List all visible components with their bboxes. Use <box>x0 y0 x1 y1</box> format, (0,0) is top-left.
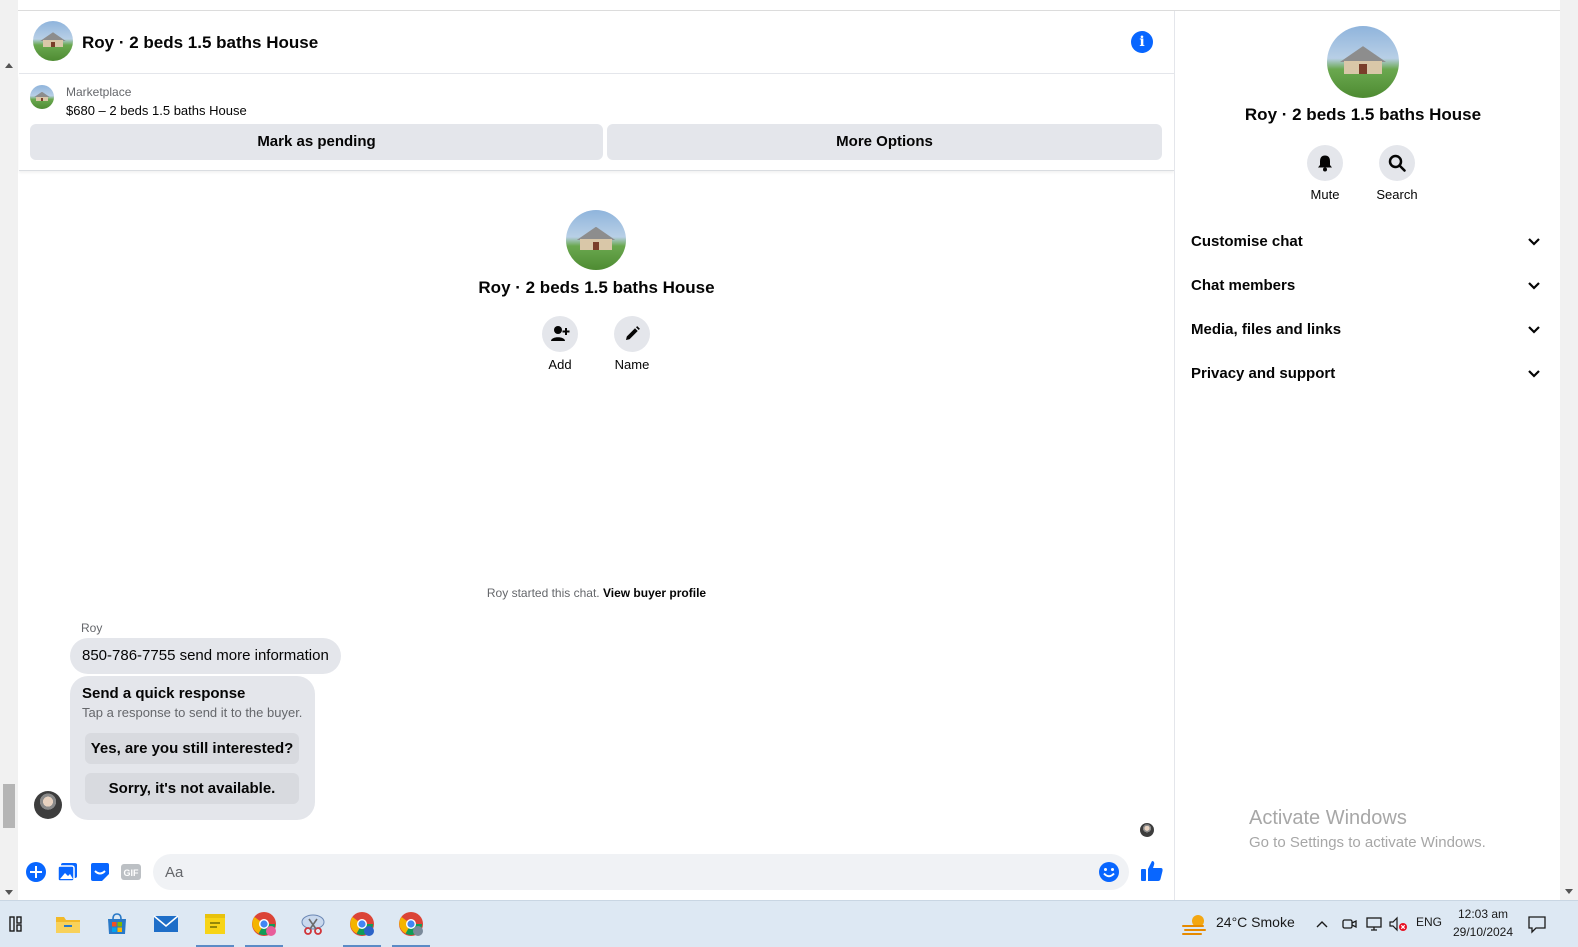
gif-icon[interactable]: GIF <box>120 861 142 883</box>
view-buyer-profile-link[interactable]: View buyer profile <box>603 586 706 600</box>
snipping-tool-icon[interactable] <box>298 909 328 939</box>
mail-icon[interactable] <box>151 909 181 939</box>
watermark-subtitle: Go to Settings to activate Windows. <box>1249 834 1486 851</box>
clock-time: 12:03 am <box>1457 907 1509 921</box>
scroll-thumb[interactable] <box>3 784 15 828</box>
svg-text:GIF: GIF <box>124 868 140 878</box>
details-avatar[interactable] <box>1327 26 1399 98</box>
mute-label: Mute <box>1310 187 1340 202</box>
section-label: Privacy and support <box>1191 365 1336 382</box>
file-explorer-icon[interactable] <box>53 909 83 939</box>
listing-title[interactable]: $680 – 2 beds 1.5 baths House <box>66 103 247 118</box>
pencil-icon <box>626 326 640 340</box>
add-person-button[interactable] <box>542 316 578 352</box>
chrome-profile-icon[interactable] <box>343 909 381 947</box>
weather-icon[interactable] <box>1180 909 1210 939</box>
section-media-files-links[interactable]: Media, files and links <box>1191 310 1541 350</box>
name-label: Name <box>614 357 650 372</box>
quick-response-card: Send a quick response Tap a response to … <box>70 676 315 820</box>
chrome-profile-icon[interactable] <box>245 909 283 947</box>
sender-avatar[interactable] <box>34 791 62 819</box>
message-input-box[interactable] <box>153 854 1129 890</box>
bell-icon <box>1318 155 1332 172</box>
right-scrollbar[interactable] <box>1560 0 1578 900</box>
marketplace-label: Marketplace <box>66 85 132 99</box>
screen: Roy · 2 beds 1.5 baths House i Marketpla… <box>0 0 1578 947</box>
microsoft-store-icon[interactable] <box>102 909 132 939</box>
taskbar: 24°C Smoke ENG 12:03 am 29/10/2024 <box>0 900 1578 947</box>
section-label: Chat members <box>1191 277 1296 294</box>
top-edge <box>18 0 1560 11</box>
scroll-up-arrow-icon[interactable] <box>5 63 13 68</box>
language-indicator[interactable]: ENG <box>1416 915 1442 929</box>
message-bubble[interactable]: 850-786-7755 send more information <box>70 638 341 674</box>
details-name: Roy · 2 beds 1.5 baths House <box>1244 105 1482 124</box>
sticky-notes-icon[interactable] <box>196 909 234 947</box>
scroll-down-arrow-icon[interactable] <box>1565 889 1573 894</box>
chevron-down-icon <box>1528 326 1540 334</box>
search-label: Search <box>1376 187 1418 202</box>
sticker-icon[interactable] <box>89 861 111 883</box>
meet-now-icon[interactable] <box>1338 909 1360 939</box>
mark-as-pending-button[interactable]: Mark as pending <box>30 124 603 160</box>
clock[interactable]: 12:03 am 29/10/2024 <box>1448 905 1518 941</box>
chat-details-panel: Roy · 2 beds 1.5 baths House Mute Search… <box>1175 11 1560 900</box>
thumbs-up-icon[interactable] <box>1140 859 1164 883</box>
intro-avatar[interactable] <box>566 210 626 270</box>
emoji-icon[interactable] <box>1098 861 1120 883</box>
volume-muted-icon[interactable] <box>1386 909 1410 939</box>
chevron-down-icon <box>1528 282 1540 290</box>
left-scrollbar[interactable] <box>0 0 18 906</box>
quick-response-option[interactable]: Sorry, it's not available. <box>85 773 299 804</box>
task-view-icon[interactable] <box>4 909 34 939</box>
sender-name: Roy <box>81 621 103 635</box>
scroll-down-arrow-icon[interactable] <box>5 890 13 895</box>
photo-icon[interactable] <box>57 861 79 883</box>
message-input[interactable] <box>165 854 1085 890</box>
conversation-avatar[interactable] <box>33 21 73 61</box>
listing-thumbnail[interactable] <box>30 85 54 109</box>
add-person-icon <box>551 326 570 341</box>
watermark-title: Activate Windows <box>1249 807 1407 829</box>
quick-response-title: Send a quick response <box>82 685 246 702</box>
quick-response-option[interactable]: Yes, are you still interested? <box>85 733 299 764</box>
section-chat-members[interactable]: Chat members <box>1191 266 1541 306</box>
chat-started-text: Roy started this chat. <box>486 586 600 600</box>
notification-icon[interactable] <box>1522 909 1552 939</box>
search-button[interactable] <box>1379 145 1415 181</box>
chat-started-notice: Roy started this chat. View buyer profil… <box>19 586 1174 600</box>
info-icon[interactable]: i <box>1131 31 1153 53</box>
mute-button[interactable] <box>1307 145 1343 181</box>
section-privacy-support[interactable]: Privacy and support <box>1191 354 1541 394</box>
search-icon <box>1388 154 1406 172</box>
intro-name: Roy · 2 beds 1.5 baths House <box>478 278 715 297</box>
chevron-down-icon <box>1528 238 1540 246</box>
conversation-title[interactable]: Roy · 2 beds 1.5 baths House <box>82 33 318 53</box>
chevron-up-icon[interactable] <box>1312 909 1332 939</box>
plus-circle-icon[interactable] <box>25 861 47 883</box>
chevron-down-icon <box>1528 370 1540 378</box>
section-customise-chat[interactable]: Customise chat <box>1191 222 1541 262</box>
activate-windows-watermark: Activate Windows Go to Settings to activ… <box>1249 807 1486 851</box>
composer: GIF <box>19 853 1174 893</box>
chat-header: Roy · 2 beds 1.5 baths House i <box>19 11 1174 74</box>
add-label: Add <box>548 357 572 372</box>
network-icon[interactable] <box>1362 909 1386 939</box>
section-label: Customise chat <box>1191 233 1303 250</box>
edit-name-button[interactable] <box>614 316 650 352</box>
more-options-button[interactable]: More Options <box>607 124 1162 160</box>
quick-response-subtitle: Tap a response to send it to the buyer. <box>82 705 303 720</box>
chrome-profile-icon[interactable] <box>392 909 430 947</box>
weather-text[interactable]: 24°C Smoke <box>1216 914 1295 930</box>
seen-receipt-avatar <box>1140 823 1154 837</box>
clock-date: 29/10/2024 <box>1452 925 1514 939</box>
section-label: Media, files and links <box>1191 321 1342 338</box>
marketplace-bar: Marketplace $680 – 2 beds 1.5 baths Hous… <box>19 75 1174 171</box>
chat-pane: Roy · 2 beds 1.5 baths House i Marketpla… <box>19 11 1174 906</box>
